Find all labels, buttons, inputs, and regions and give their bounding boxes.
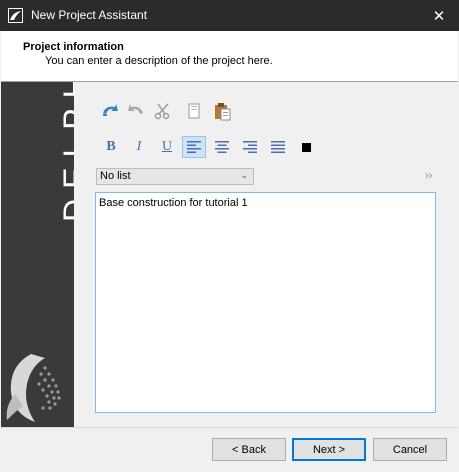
brand-wordmark: DELPHIN — [57, 82, 74, 222]
close-button[interactable]: ✕ — [419, 0, 459, 31]
paste-icon[interactable] — [212, 101, 232, 121]
justify-button[interactable] — [266, 136, 290, 158]
chevron-down-icon: ⌄ — [240, 170, 248, 180]
window-title: New Project Assistant — [31, 8, 148, 22]
page-subtitle: You can enter a description of the proje… — [45, 55, 273, 67]
title-bar: New Project Assistant ✕ — [0, 0, 459, 31]
page-title: Project information — [23, 41, 124, 53]
text-color-swatch — [301, 142, 311, 152]
delphin-logo-icon — [6, 354, 61, 422]
align-right-button[interactable] — [238, 136, 262, 158]
redo-icon[interactable] — [126, 101, 146, 121]
undo-icon[interactable] — [100, 101, 120, 121]
description-editor[interactable]: Base construction for tutorial 1 — [95, 192, 436, 413]
align-center-button[interactable] — [210, 136, 234, 158]
wizard-header: Project information You can enter a desc… — [1, 31, 458, 81]
brand-sidebar: DELPHIN — [1, 82, 74, 427]
list-style-select[interactable]: No list ⌄ — [96, 168, 254, 185]
align-right-icon — [243, 141, 257, 153]
italic-button[interactable]: I — [127, 136, 151, 158]
app-icon — [8, 8, 23, 23]
toolbar-expand-button[interactable]: ›› — [425, 170, 432, 182]
align-center-icon — [215, 141, 229, 153]
close-icon: ✕ — [432, 7, 446, 25]
text-color-button[interactable] — [294, 136, 318, 158]
footer-divider — [1, 427, 458, 428]
align-left-icon — [187, 141, 201, 153]
underline-button[interactable]: U — [155, 136, 179, 158]
description-text: Base construction for tutorial 1 — [99, 197, 248, 209]
list-style-value: No list — [100, 170, 131, 182]
justify-icon — [271, 141, 285, 153]
back-button[interactable]: < Back — [212, 438, 286, 461]
cancel-button[interactable]: Cancel — [373, 438, 447, 461]
align-left-button[interactable] — [182, 136, 206, 158]
copy-icon[interactable] — [184, 101, 204, 121]
bold-button[interactable]: B — [99, 136, 123, 158]
next-button[interactable]: Next > — [292, 438, 366, 461]
cut-icon[interactable] — [153, 101, 173, 121]
